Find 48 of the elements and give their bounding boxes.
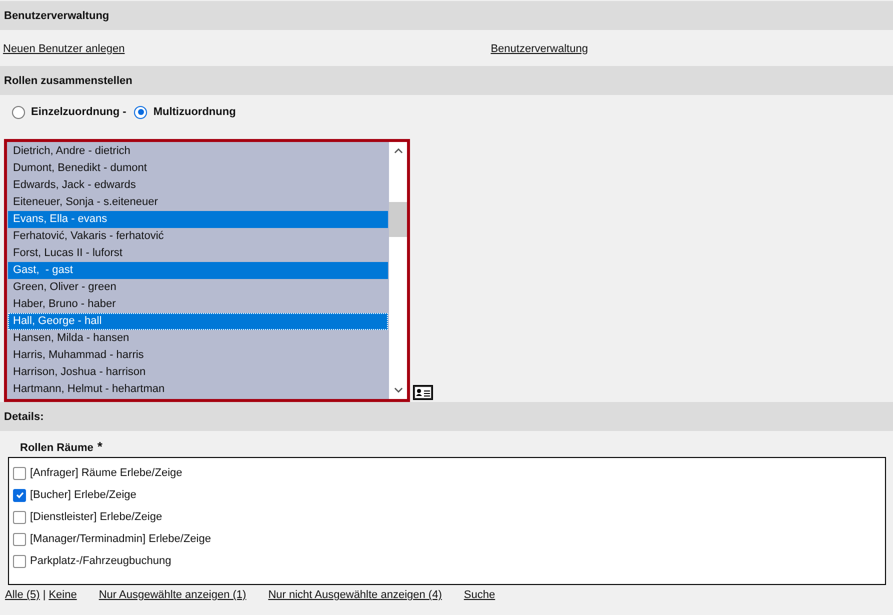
- radio-label: Multizuordnung: [153, 106, 236, 118]
- list-item[interactable]: Haber, Bruno - haber: [8, 296, 388, 313]
- list-item[interactable]: Hartmann, Helmut - hehartman: [8, 381, 388, 398]
- list-item[interactable]: Dumont, Benedikt - dumont: [8, 160, 388, 177]
- link[interactable]: Alle (5): [5, 589, 40, 601]
- checkbox[interactable]: [13, 510, 26, 524]
- scroll-up-icon[interactable]: [394, 148, 402, 154]
- list-item[interactable]: Dietrich, Andre - dietrich: [8, 143, 388, 160]
- link[interactable]: Nur nicht Ausgewählte anzeigen (4): [268, 589, 442, 601]
- section-title: Rollen zusammenstellen: [4, 74, 132, 86]
- list-item[interactable]: Harris, Muhammad - harris: [8, 347, 388, 364]
- list-item[interactable]: Eiteneuer, Sonja - s.eiteneuer: [8, 194, 388, 211]
- scroll-down-icon[interactable]: [394, 387, 402, 393]
- list-item[interactable]: Green, Oliver - green: [8, 279, 388, 296]
- list-item[interactable]: Evans, Ella - evans: [8, 211, 388, 228]
- list-item[interactable]: Forst, Lucas II - luforst: [8, 245, 388, 262]
- link[interactable]: Suche: [464, 589, 496, 601]
- required-mark: *: [97, 439, 102, 454]
- list-item[interactable]: Gast, - gast: [8, 262, 388, 279]
- section-title: Benutzerverwaltung: [4, 10, 110, 22]
- list-item[interactable]: Ferhatović, Vakaris - ferhatović: [8, 228, 388, 245]
- radio-button[interactable]: [134, 106, 148, 118]
- link[interactable]: Keine: [48, 589, 77, 601]
- contact-card-icon[interactable]: [413, 385, 433, 400]
- checkbox-label: [Manager/Terminadmin] Erlebe/Zeige: [30, 533, 211, 545]
- list-item[interactable]: Edwards, Jack - edwards: [8, 177, 388, 194]
- checkbox-label: [Bucher] Erlebe/Zeige: [30, 489, 136, 501]
- link[interactable]: Neuen Benutzer anlegen: [3, 43, 125, 55]
- list-item[interactable]: Hall, George - hall: [8, 313, 388, 330]
- radio-label: Einzelzuordnung -: [31, 106, 126, 118]
- checkbox[interactable]: [13, 532, 26, 546]
- link[interactable]: Benutzerverwaltung: [490, 43, 588, 55]
- section-title: Details:: [4, 410, 44, 422]
- checkbox-label: Parkplatz-/Fahrzeugbuchung: [30, 555, 172, 567]
- user-listbox[interactable]: [4, 139, 410, 402]
- separator: |: [42, 589, 46, 601]
- checkbox[interactable]: [13, 554, 26, 568]
- list-item[interactable]: Harrison, Joshua - harrison: [8, 364, 388, 381]
- checkbox[interactable]: [13, 466, 26, 480]
- field-label: Rollen Räume: [20, 442, 94, 454]
- checkbox[interactable]: [13, 488, 26, 502]
- checkbox-label: [Anfrager] Räume Erlebe/Zeige: [30, 467, 182, 479]
- list-item[interactable]: Hansen, Milda - hansen: [8, 330, 388, 347]
- scrollbar-thumb[interactable]: [389, 202, 407, 237]
- radio-button[interactable]: [12, 106, 25, 118]
- checkbox-label: [Dienstleister] Erlebe/Zeige: [30, 511, 162, 523]
- link[interactable]: Nur Ausgewählte anzeigen (1): [98, 589, 246, 601]
- check-icon: [14, 490, 24, 500]
